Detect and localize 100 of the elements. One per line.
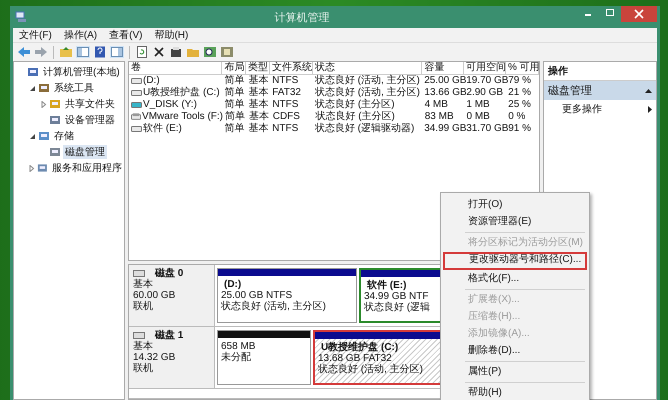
forward-icon[interactable] bbox=[34, 46, 48, 58]
column-header[interactable]: 布局 bbox=[222, 62, 246, 74]
properties-icon[interactable] bbox=[169, 46, 183, 58]
table-cell-text: 状态良好 (主分区) bbox=[314, 99, 396, 110]
table-cell-text: NTFS bbox=[271, 75, 300, 87]
storage-icon bbox=[38, 130, 50, 142]
table-cell-text: 基本 bbox=[247, 87, 270, 98]
menu-item[interactable]: 查看(V) bbox=[109, 28, 142, 42]
table-cell-text: 13.66 GB bbox=[423, 87, 464, 99]
partition-size: 25.00 GB NTFS bbox=[221, 290, 292, 301]
table-cell-text: 基本 bbox=[247, 123, 270, 135]
column-header[interactable]: 可用空间 bbox=[464, 62, 506, 74]
window-title: 计算机管理 bbox=[274, 10, 330, 24]
table-cell-text: 状态良好 (活动, 主分区) bbox=[314, 87, 421, 98]
expand-arrow-icon[interactable] bbox=[28, 132, 36, 140]
table-cell-text: 25.00 GB bbox=[423, 75, 464, 87]
refresh-icon[interactable] bbox=[135, 46, 149, 58]
partition-status: 状态良好 (活动, 主分区) bbox=[318, 364, 423, 375]
table-cell-text: 25 % bbox=[507, 99, 532, 111]
tree-item[interactable]: 磁盘管理 bbox=[63, 145, 107, 159]
close-button[interactable] bbox=[621, 6, 657, 22]
partition-size: 13.68 GB FAT32 bbox=[318, 352, 392, 364]
delete-icon[interactable] bbox=[152, 46, 166, 58]
disk-type: 基本 bbox=[133, 279, 154, 290]
expand-arrow-icon[interactable] bbox=[28, 84, 36, 92]
submenu-arrow-icon bbox=[648, 106, 652, 112]
action-item[interactable]: 更多操作 bbox=[562, 102, 602, 116]
device-icon bbox=[49, 114, 61, 126]
menu-item[interactable]: 打开(O) bbox=[443, 197, 587, 213]
volume-name: VMware Tools (F:) bbox=[142, 111, 223, 123]
partition-block[interactable]: 658 MB 未分配 bbox=[217, 330, 311, 385]
partition-label: (D:) bbox=[224, 279, 242, 290]
section-title: 磁盘管理 bbox=[548, 84, 592, 98]
collapse-arrow-icon[interactable] bbox=[645, 88, 652, 93]
table-cell-text: 4 MB bbox=[424, 99, 449, 111]
partition-size: 34.99 GB NTF bbox=[364, 291, 428, 302]
pane-icon[interactable] bbox=[76, 46, 90, 58]
table-cell-text: 简单 bbox=[223, 87, 246, 98]
tree-item[interactable]: 共享文件夹 bbox=[63, 97, 117, 111]
table-cell-text: NTFS bbox=[271, 99, 300, 111]
help-icon[interactable] bbox=[93, 46, 107, 58]
menu-item[interactable]: 帮助(H) bbox=[154, 28, 188, 42]
table-cell-text: 79 % bbox=[508, 75, 532, 87]
column-header[interactable]: 文件系统 bbox=[270, 62, 314, 74]
drive-icon bbox=[131, 125, 142, 133]
computer-icon bbox=[27, 66, 39, 78]
tree-item[interactable]: 系统工具 bbox=[52, 81, 96, 95]
column-header[interactable]: 类型 bbox=[246, 62, 270, 74]
menu-item[interactable]: 文件(F) bbox=[19, 28, 52, 42]
menu-item[interactable]: 格式化(F)... bbox=[443, 271, 587, 287]
menu-item[interactable]: 资源管理器(E) bbox=[443, 214, 587, 230]
table-cell-text: 0 MB bbox=[465, 111, 491, 123]
column-header[interactable]: 容量 bbox=[422, 62, 464, 74]
table-cell-text: 19.70 GB bbox=[466, 75, 506, 87]
table-cell-text: 83 MB bbox=[424, 111, 455, 123]
tree-item[interactable]: 存储 bbox=[52, 129, 76, 143]
partition-status: 状态良好 (活动, 主分区) bbox=[221, 301, 326, 312]
table-cell-text: 2.90 GB bbox=[466, 87, 504, 99]
table-cell-text: 91 % bbox=[508, 123, 532, 135]
menu-item[interactable]: 操作(A) bbox=[64, 28, 98, 42]
tree-item[interactable]: 计算机管理(本地) bbox=[41, 65, 122, 79]
partition-status: 未分配 bbox=[221, 352, 251, 363]
partition-label: 软件 (E:) bbox=[367, 280, 406, 291]
pane-icon[interactable] bbox=[110, 46, 124, 58]
table-cell-text: 基本 bbox=[247, 75, 270, 86]
table-cell-text: 简单 bbox=[223, 75, 246, 86]
table-cell-text: 基本 bbox=[248, 111, 270, 122]
volume-name: 软件 (E:) bbox=[143, 123, 182, 135]
disk-type: 基本 bbox=[133, 340, 154, 352]
column-header[interactable]: 状态 bbox=[313, 62, 422, 74]
search-icon[interactable] bbox=[203, 46, 217, 58]
table-cell-text: 简单 bbox=[224, 111, 246, 122]
column-header[interactable]: 卷 bbox=[129, 62, 222, 74]
column-header[interactable]: % 可用 bbox=[506, 62, 539, 74]
table-cell-text: NTFS bbox=[271, 123, 300, 135]
table-cell-text: 基本 bbox=[247, 99, 270, 110]
back-icon[interactable] bbox=[17, 46, 31, 58]
table-cell-text: 1 MB bbox=[465, 99, 491, 111]
partition-block[interactable]: (D:) 25.00 GB NTFS 状态良好 (活动, 主分区) bbox=[217, 268, 357, 323]
services-icon bbox=[37, 162, 48, 174]
disk-name: 磁盘 1 bbox=[155, 330, 184, 341]
toolbox-icon bbox=[38, 82, 50, 94]
menu-item[interactable]: 帮助(H) bbox=[443, 385, 587, 400]
folder-icon bbox=[49, 98, 61, 110]
table-cell-text: 34.99 GB bbox=[423, 123, 464, 135]
disk-status: 联机 bbox=[133, 362, 154, 374]
partition-size: 658 MB bbox=[221, 340, 256, 352]
folder-up-icon[interactable] bbox=[59, 46, 73, 58]
table-cell-text: 简单 bbox=[223, 123, 246, 135]
volume-name: U教授维护盘 (C:) bbox=[143, 87, 220, 99]
disk-size: 14.32 GB bbox=[133, 352, 176, 363]
disk-size: 60.00 GB bbox=[133, 290, 176, 301]
tree-item[interactable]: 设备管理器 bbox=[63, 113, 117, 127]
volume-name: (D:) bbox=[143, 75, 160, 87]
app-icon bbox=[15, 11, 27, 23]
table-cell-text: 状态良好 (活动, 主分区) bbox=[314, 75, 421, 86]
tree-item[interactable]: 服务和应用程序 bbox=[50, 161, 124, 175]
menu-item[interactable]: 更改驱动器号和路径(C)... bbox=[443, 252, 587, 270]
drive-icon bbox=[131, 77, 142, 85]
volume-name: V_DISK (Y:) bbox=[143, 99, 197, 111]
